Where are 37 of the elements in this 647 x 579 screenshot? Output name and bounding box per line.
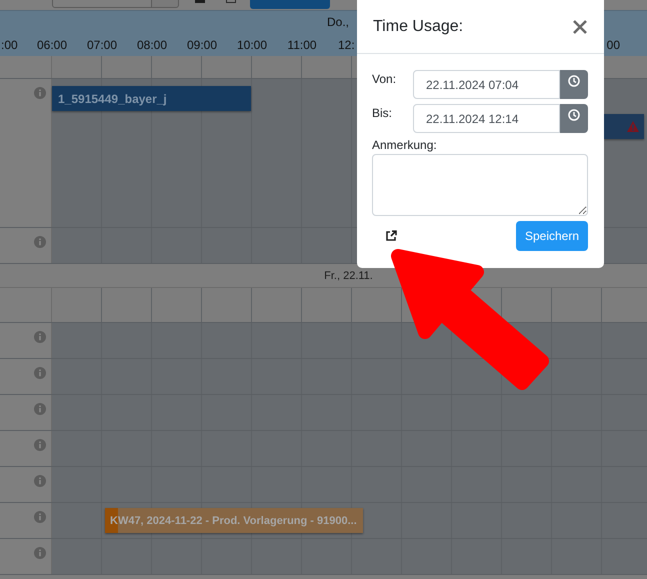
info-icon[interactable] <box>34 475 46 487</box>
day-label: Do., <box>327 15 350 29</box>
external-link-icon[interactable] <box>385 230 397 242</box>
hour-label: 00 <box>606 38 620 52</box>
hour-label: 10:00 <box>236 38 268 52</box>
info-icon[interactable] <box>34 331 46 343</box>
field-label: Anmerkung: <box>372 138 438 152</box>
info-icon[interactable] <box>34 547 46 559</box>
info-icon[interactable] <box>34 236 46 248</box>
note-field[interactable] <box>372 154 588 216</box>
hour-label: 11:00 <box>286 38 318 52</box>
info-icon[interactable] <box>34 439 46 451</box>
hour-label: 07:00 <box>86 38 118 52</box>
day-label: Fr., 22.11. <box>324 270 373 282</box>
hour-label: :00 <box>0 38 19 52</box>
hour-label: 08:00 <box>136 38 168 52</box>
info-icon[interactable] <box>34 367 46 379</box>
field-label: Bis: <box>372 105 394 122</box>
datetime-field[interactable]: 22.11.2024 07:04 <box>413 70 560 99</box>
dialog-title: Time Usage: <box>373 18 464 36</box>
hour-label: 09:00 <box>186 38 218 52</box>
hour-label: 12: <box>337 38 356 52</box>
datetime-field[interactable]: 22.11.2024 12:14 <box>413 104 560 133</box>
info-icon[interactable] <box>34 511 46 523</box>
event-bar[interactable]: 1_5915449_bayer_j <box>52 86 251 111</box>
save-button[interactable]: Speichern <box>516 221 588 251</box>
clock-icon <box>568 109 580 121</box>
clock-button[interactable] <box>560 104 588 133</box>
clock-button[interactable] <box>560 70 588 99</box>
info-icon[interactable] <box>34 403 46 415</box>
event-bar[interactable] <box>604 114 644 139</box>
warning-icon <box>627 121 639 132</box>
field-label: Von: <box>372 71 398 88</box>
hour-label: 06:00 <box>36 38 68 52</box>
clock-icon <box>568 75 580 87</box>
info-icon[interactable] <box>34 87 46 99</box>
close-icon[interactable] <box>572 18 588 34</box>
